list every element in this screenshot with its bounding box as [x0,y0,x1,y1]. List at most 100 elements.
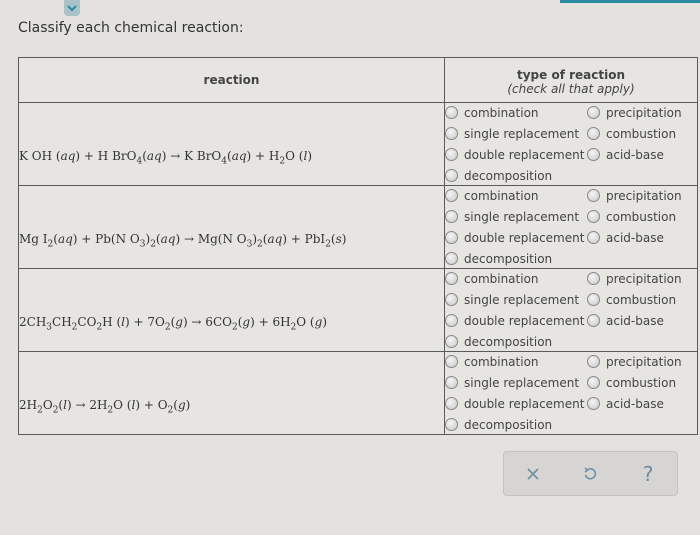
checkbox[interactable] [587,397,600,410]
reaction-equation: 2H2O2(l) → 2H2O (l) + O2(g) [19,398,191,416]
option-label: combination [464,105,539,120]
option-acid-base[interactable]: acid-base [585,228,695,247]
option-combination[interactable]: combination [445,269,585,288]
option-label: double replacement [464,147,585,162]
option-label: double replacement [464,230,585,245]
checkbox[interactable] [445,106,458,119]
reaction-equation: 2CH3CH2CO2H (l) + 7O2(g) → 6CO2(g) + 6H2… [19,315,327,333]
option-label: acid-base [606,230,664,245]
option-acid-base[interactable]: acid-base [585,311,695,330]
checkbox[interactable] [445,127,458,140]
option-label: combustion [606,209,677,224]
table-row: Mg I2(aq) + Pb(N O3)2(aq) → Mg(N O3)2(aq… [18,185,698,269]
checkbox[interactable] [445,272,458,285]
undo-button[interactable] [575,459,605,489]
checkbox[interactable] [445,210,458,223]
checkbox[interactable] [445,355,458,368]
checkbox[interactable] [445,397,458,410]
checkbox[interactable] [587,293,600,306]
checkbox[interactable] [445,335,458,348]
option-label: combination [464,188,539,203]
checkbox[interactable] [587,148,600,161]
option-combination[interactable]: combination [445,103,585,122]
option-combustion[interactable]: combustion [585,373,695,392]
option-label: decomposition [464,334,553,349]
option-precipitation[interactable]: precipitation [585,186,695,205]
checkbox[interactable] [587,127,600,140]
checkbox[interactable] [587,355,600,368]
option-label: single replacement [464,126,580,141]
checkbox[interactable] [587,106,600,119]
clear-button[interactable] [518,459,548,489]
checkbox[interactable] [587,314,600,327]
option-precipitation[interactable]: precipitation [585,352,695,371]
checkbox[interactable] [445,252,458,265]
option-single-replacement[interactable]: single replacement [445,373,585,392]
reaction-equation: Mg I2(aq) + Pb(N O3)2(aq) → Mg(N O3)2(aq… [19,232,347,250]
option-precipitation[interactable]: precipitation [585,269,695,288]
option-single-replacement[interactable]: single replacement [445,290,585,309]
checkbox[interactable] [445,376,458,389]
option-label: acid-base [606,147,664,162]
option-single-replacement[interactable]: single replacement [445,124,585,143]
checkbox[interactable] [445,314,458,327]
reaction-type-options: combination precipitation single replaceme… [444,268,698,352]
checkbox[interactable] [445,148,458,161]
option-label: combustion [606,292,677,307]
option-label: double replacement [464,396,585,411]
chevron-down-icon [67,5,77,12]
header-type: type of reaction (check all that apply) [444,57,698,103]
option-label: acid-base [606,313,664,328]
reaction-cell: 2H2O2(l) → 2H2O (l) + O2(g) [18,351,445,435]
checkbox[interactable] [587,210,600,223]
option-label: decomposition [464,417,553,432]
checkbox[interactable] [445,293,458,306]
classification-table: reaction type of reaction (check all tha… [18,57,698,435]
option-decomposition[interactable]: decomposition [445,415,585,434]
option-precipitation[interactable]: precipitation [585,103,695,122]
option-acid-base[interactable]: acid-base [585,394,695,413]
option-double-replacement[interactable]: double replacement [445,228,585,247]
option-decomposition[interactable]: decomposition [445,249,585,268]
checkbox[interactable] [445,189,458,202]
reaction-type-options: combination precipitation single replaceme… [444,185,698,269]
reaction-cell: Mg I2(aq) + Pb(N O3)2(aq) → Mg(N O3)2(aq… [18,185,445,269]
option-label: decomposition [464,168,553,183]
option-decomposition[interactable]: decomposition [445,166,585,185]
option-label: single replacement [464,209,580,224]
option-acid-base[interactable]: acid-base [585,145,695,164]
option-label: decomposition [464,251,553,266]
option-single-replacement[interactable]: single replacement [445,207,585,226]
header-reaction: reaction [18,57,445,103]
option-label: single replacement [464,375,580,390]
undo-icon [584,466,597,479]
reaction-type-options: combination precipitation single replaceme… [444,351,698,435]
option-combination[interactable]: combination [445,186,585,205]
checkbox[interactable] [587,376,600,389]
option-combustion[interactable]: combustion [585,290,695,309]
checkbox[interactable] [587,189,600,202]
checkbox[interactable] [445,169,458,182]
option-label: acid-base [606,396,664,411]
option-combustion[interactable]: combustion [585,207,695,226]
checkbox[interactable] [587,231,600,244]
header-type-title: type of reaction [516,68,625,82]
option-double-replacement[interactable]: double replacement [445,145,585,164]
table-row: 2CH3CH2CO2H (l) + 7O2(g) → 6CO2(g) + 6H2… [18,268,698,352]
option-combination[interactable]: combination [445,352,585,371]
option-double-replacement[interactable]: double replacement [445,394,585,413]
checkbox[interactable] [587,272,600,285]
help-button[interactable]: ? [633,459,663,489]
checkbox[interactable] [445,231,458,244]
option-label: combustion [606,126,677,141]
option-decomposition[interactable]: decomposition [445,332,585,351]
option-double-replacement[interactable]: double replacement [445,311,585,330]
accent-bar [560,0,700,3]
option-label: precipitation [606,271,682,286]
option-label: double replacement [464,313,585,328]
checkbox[interactable] [445,418,458,431]
answer-toolbar: ? [503,451,678,496]
collapse-tab[interactable] [64,0,80,16]
option-combustion[interactable]: combustion [585,124,695,143]
question-prompt: Classify each chemical reaction: [18,20,244,36]
